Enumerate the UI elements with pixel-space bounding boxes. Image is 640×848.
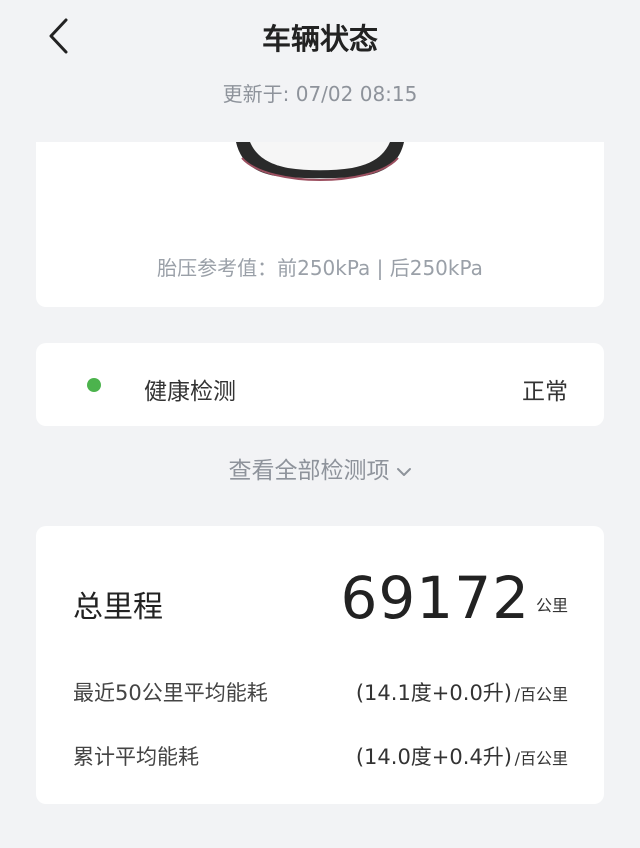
total-mileage-unit: 公里 — [535, 596, 568, 615]
tire-pressure-card: 胎压参考值：前250kPa | 后250kPa — [36, 142, 604, 307]
car-image — [236, 142, 404, 182]
header: 车辆状态 更新于: 07/02 08:15 — [0, 0, 640, 142]
cumulative-consumption-value: (14.0度+0.4升) — [355, 745, 512, 769]
health-check-status: 正常 — [522, 379, 568, 405]
update-time: 更新于: 07/02 08:15 — [222, 82, 418, 106]
chevron-down-icon — [396, 467, 411, 476]
health-check-card[interactable]: 健康检测 正常 — [36, 343, 604, 426]
cumulative-consumption-label: 累计平均能耗 — [73, 745, 199, 769]
page-title: 车辆状态 — [261, 22, 378, 56]
health-check-label: 健康检测 — [144, 379, 236, 405]
total-mileage-label: 总里程 — [73, 590, 163, 625]
mileage-card: 总里程 69172 公里 最近50公里平均能耗 (14.1度+0.0升) /百公… — [36, 526, 604, 804]
recent-consumption-label: 最近50公里平均能耗 — [73, 681, 268, 705]
tire-pressure-reference: 胎压参考值：前250kPa | 后250kPa — [157, 256, 483, 280]
total-mileage-value: 69172 — [340, 564, 530, 632]
recent-consumption-unit: /百公里 — [514, 685, 568, 704]
cumulative-consumption-unit: /百公里 — [514, 749, 568, 768]
view-all-label: 查看全部检测项 — [228, 458, 390, 484]
view-all-checks-link[interactable]: 查看全部检测项 — [0, 451, 640, 485]
recent-consumption-value: (14.1度+0.0升) — [355, 681, 512, 705]
status-dot — [87, 378, 101, 392]
